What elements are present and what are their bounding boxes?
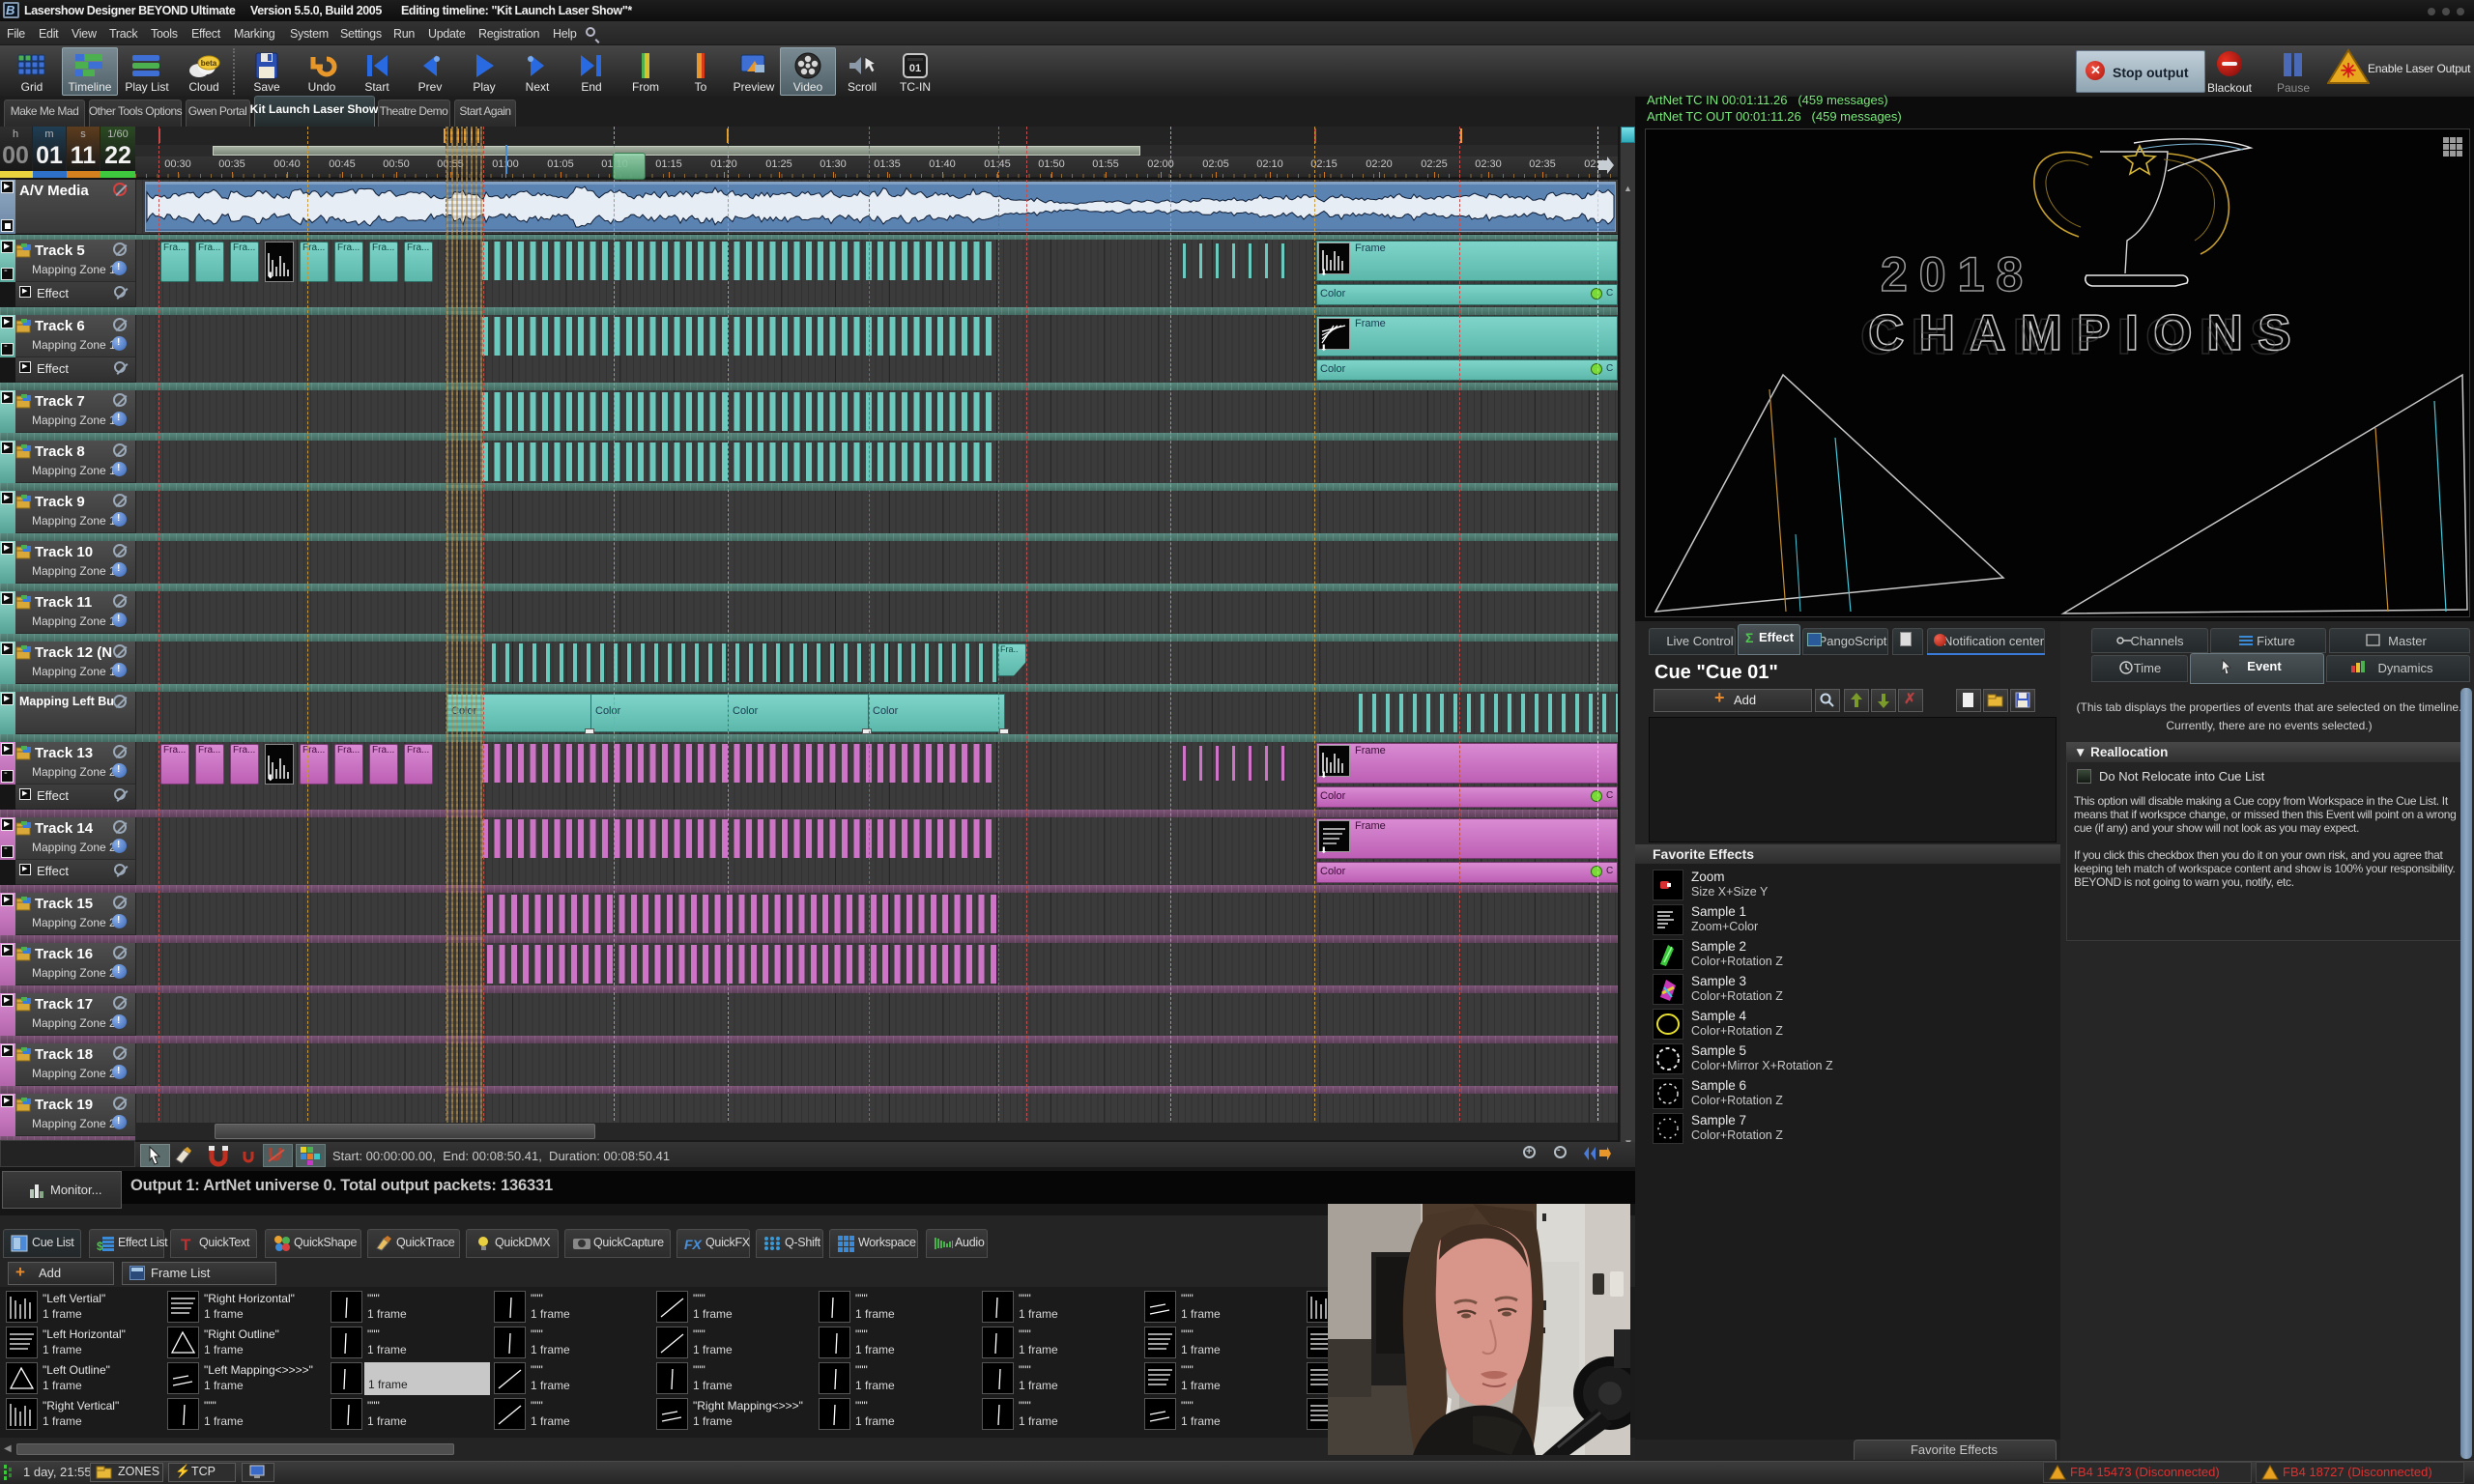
svg-text:$: $ [97, 1240, 103, 1252]
svg-text:✳: ✳ [2341, 61, 2357, 82]
svg-text:01: 01 [909, 63, 921, 74]
svg-text:FX: FX [684, 1237, 704, 1252]
svg-text:CHAMPIONS: CHAMPIONS [1860, 309, 2298, 365]
svg-text:T: T [181, 1236, 191, 1252]
svg-text:beta: beta [201, 59, 217, 68]
svg-text:2018: 2018 [1881, 247, 2034, 301]
